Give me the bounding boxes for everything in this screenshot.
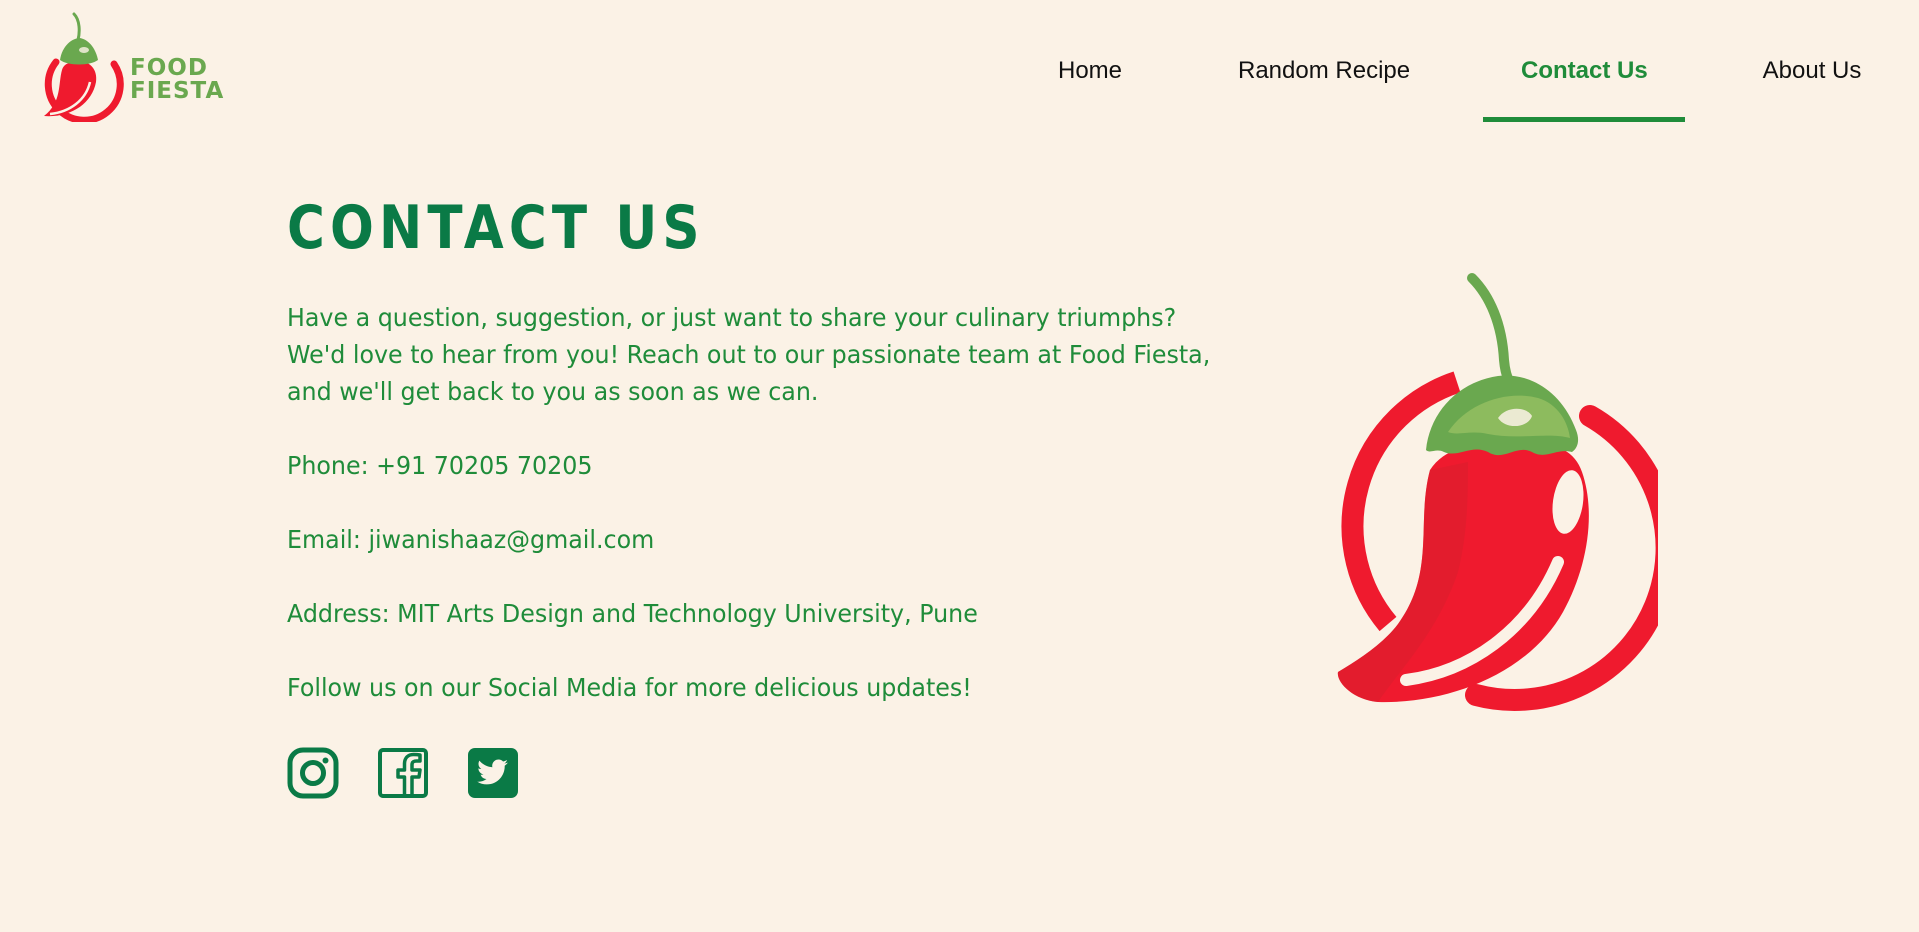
intro-line: We'd love to hear from you! Reach out to… [287, 340, 1211, 369]
nav-random-recipe[interactable]: Random Recipe [1238, 51, 1410, 91]
main-nav: Home Random Recipe Contact Us About Us [0, 0, 1919, 125]
address-text: Address: MIT Arts Design and Technology … [287, 599, 978, 628]
facebook-link[interactable] [377, 747, 429, 799]
active-tab-indicator [1483, 117, 1685, 122]
intro-line: and we'll get back to you as soon as we … [287, 377, 819, 406]
nav-home[interactable]: Home [1058, 51, 1122, 91]
instagram-icon [287, 747, 339, 799]
nav-contact-us[interactable]: Contact Us [1521, 51, 1648, 91]
twitter-link[interactable] [467, 747, 519, 799]
twitter-icon [468, 748, 518, 798]
page-title: CONTACT US [287, 193, 705, 263]
chili-pepper-illustration [1337, 273, 1658, 711]
phone-text: Phone: +91 70205 70205 [287, 451, 593, 480]
nav-about-us[interactable]: About Us [1761, 51, 1863, 91]
facebook-icon [378, 748, 428, 798]
social-follow-text: Follow us on our Social Media for more d… [287, 673, 972, 702]
email-text: Email: jiwanishaaz@gmail.com [287, 525, 655, 554]
intro-paragraph: Have a question, suggestion, or just wan… [287, 299, 1210, 410]
instagram-link[interactable] [287, 747, 339, 799]
intro-line: Have a question, suggestion, or just wan… [287, 303, 1177, 332]
